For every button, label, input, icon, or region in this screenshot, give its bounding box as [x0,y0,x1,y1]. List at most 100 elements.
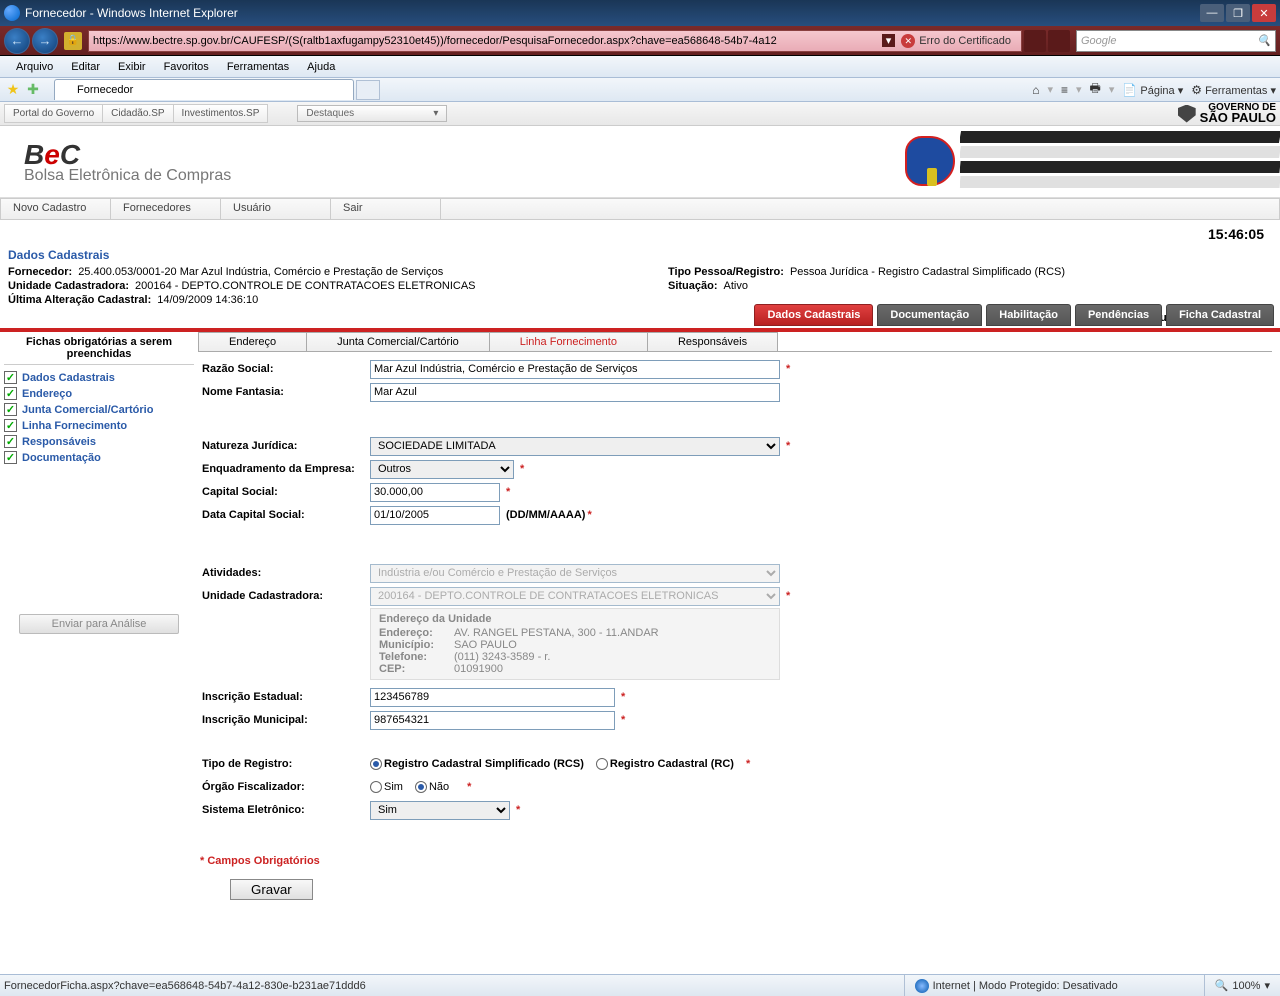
btn-gravar[interactable]: Gravar [230,879,313,900]
bec-header: BeC Bolsa Eletrônica de Compras [0,126,1280,198]
forward-button[interactable]: → [32,28,58,54]
unit-address-box: Endereço da Unidade Endereço:AV. RANGEL … [370,608,780,680]
radio-rcs[interactable] [370,758,382,770]
check-icon: ✓ [4,419,17,432]
add-favorite-icon[interactable]: ✚ [24,81,42,99]
lbl-datacapital: Data Capital Social: [200,509,370,521]
sub-tabs: Endereço Junta Comercial/Cartório Linha … [198,332,1272,352]
destaques-dropdown[interactable]: Destaques▾ [297,105,447,122]
red-tab-ficha[interactable]: Ficha Cadastral [1166,304,1274,326]
tab-title: Fornecedor [77,84,133,96]
chk-responsaveis[interactable]: ✓Responsáveis [4,435,194,448]
stop-button[interactable] [1048,30,1070,52]
lbl-unidadecad: Unidade Cadastradora: [200,590,370,602]
status-text: FornecedorFicha.aspx?chave=ea568648-54b7… [0,980,904,992]
sub-tab-responsaveis[interactable]: Responsáveis [647,332,778,351]
input-inscmun[interactable] [370,711,615,730]
lbl-tiporeg: Tipo de Registro: [200,758,370,770]
sub-tab-endereco[interactable]: Endereço [198,332,307,351]
section-title: Dados Cadastrais [8,248,1272,262]
select-enquad[interactable]: Outros [370,460,514,479]
lbl-enquad: Enquadramento da Empresa: [200,463,370,475]
campos-obrig: * Campos Obrigatórios [200,855,1270,867]
gov-tab-cidadao[interactable]: Cidadão.SP [102,104,173,123]
clock: 15:46:05 [0,220,1280,242]
select-sistema[interactable]: Sim [370,801,510,820]
maximize-button[interactable]: ❐ [1226,4,1250,22]
back-button[interactable]: ← [4,28,30,54]
window-title: Fornecedor - Windows Internet Explorer [25,6,1200,20]
menu-arquivo[interactable]: Arquivo [8,59,61,75]
sub-tab-linha[interactable]: Linha Fornecimento [489,332,648,351]
url-text: https://www.bectre.sp.gov.br/CAUFESP/(S(… [93,35,882,47]
close-button[interactable]: ✕ [1252,4,1276,22]
search-icon[interactable]: 🔍 [1257,34,1271,47]
page-menu[interactable]: 📄 Página ▾ [1122,83,1183,97]
menu-editar[interactable]: Editar [63,59,108,75]
sub-tab-junta[interactable]: Junta Comercial/Cartório [306,332,490,351]
bec-logo: BeC Bolsa Eletrônica de Compras [24,139,231,185]
favorites-star-icon[interactable]: ★ [4,81,22,99]
red-tab-pendencias[interactable]: Pendências [1075,304,1162,326]
red-tab-documentacao[interactable]: Documentação [877,304,982,326]
menu-exibir[interactable]: Exibir [110,59,154,75]
menu-bar: Arquivo Editar Exibir Favoritos Ferramen… [0,56,1280,78]
zoom-icon: 🔍 [1215,979,1229,992]
lbl-capital: Capital Social: [200,486,370,498]
refresh-button[interactable] [1024,30,1046,52]
nav-novo-cadastro[interactable]: Novo Cadastro [1,199,111,219]
cert-error-text: Erro do Certificado [919,35,1011,47]
status-zoom[interactable]: 🔍100%▾ [1204,975,1280,996]
lbl-natureza: Natureza Jurídica: [200,440,370,452]
nav-bar: ← → 🔒 https://www.bectre.sp.gov.br/CAUFE… [0,26,1280,56]
btn-enviar-analise[interactable]: Enviar para Análise [19,614,179,634]
chk-endereco[interactable]: ✓Endereço [4,387,194,400]
chk-documentacao[interactable]: ✓Documentação [4,451,194,464]
ie-title-bar: Fornecedor - Windows Internet Explorer —… [0,0,1280,26]
gov-tab-portal[interactable]: Portal do Governo [4,104,103,123]
input-inscest[interactable] [370,688,615,707]
red-tab-habilitacao[interactable]: Habilitação [986,304,1071,326]
flag-art [880,126,1280,198]
chk-dados[interactable]: ✓Dados Cadastrais [4,371,194,384]
browser-tab[interactable]: Fornecedor [54,79,354,100]
ie-icon [4,5,20,21]
input-fantasia[interactable] [370,383,780,402]
radio-rc[interactable] [596,758,608,770]
favorites-bar: ★ ✚ Fornecedor ⌂▾ ≡▾ 🖶▾ 📄 Página ▾ ⚙ Fer… [0,78,1280,102]
menu-favoritos[interactable]: Favoritos [156,59,217,75]
input-datacapital[interactable] [370,506,500,525]
radio-orgao-sim[interactable] [370,781,382,793]
home-icon[interactable]: ⌂ [1032,83,1039,97]
radio-orgao-nao[interactable] [415,781,427,793]
menu-ajuda[interactable]: Ajuda [299,59,343,75]
check-icon: ✓ [4,387,17,400]
gov-tab-investimentos[interactable]: Investimentos.SP [173,104,269,123]
cert-error-icon: ✕ [901,34,915,48]
nav-sair[interactable]: Sair [331,199,441,219]
input-capital[interactable] [370,483,500,502]
lbl-orgao: Órgão Fiscalizador: [200,781,370,793]
nav-fornecedores[interactable]: Fornecedores [111,199,221,219]
minimize-button[interactable]: — [1200,4,1224,22]
input-razao[interactable] [370,360,780,379]
status-zone: Internet | Modo Protegido: Desativado [904,975,1204,996]
sp-shield-icon [1178,105,1196,123]
address-bar[interactable]: https://www.bectre.sp.gov.br/CAUFESP/(S(… [88,30,1022,52]
new-tab-button[interactable] [356,80,380,100]
menu-ferramentas[interactable]: Ferramentas [219,59,297,75]
select-natureza[interactable]: SOCIEDADE LIMITADA [370,437,780,456]
chk-junta[interactable]: ✓Junta Comercial/Cartório [4,403,194,416]
status-bar: FornecedorFicha.aspx?chave=ea568648-54b7… [0,974,1280,996]
chk-linha[interactable]: ✓Linha Fornecimento [4,419,194,432]
nav-usuario[interactable]: Usuário [221,199,331,219]
feed-icon[interactable]: ≡ [1061,83,1068,97]
select-unidadecad: 200164 - DEPTO.CONTROLE DE CONTRATACOES … [370,587,780,606]
tools-menu[interactable]: ⚙ Ferramentas ▾ [1191,83,1276,97]
red-tab-dados[interactable]: Dados Cadastrais [754,304,873,326]
lbl-sistema: Sistema Eletrônico: [200,804,370,816]
print-icon[interactable]: 🖶 [1090,79,1101,100]
check-icon: ✓ [4,403,17,416]
search-box[interactable]: Google 🔍 [1076,30,1276,52]
address-dropdown-icon[interactable]: ▾ [882,34,896,47]
